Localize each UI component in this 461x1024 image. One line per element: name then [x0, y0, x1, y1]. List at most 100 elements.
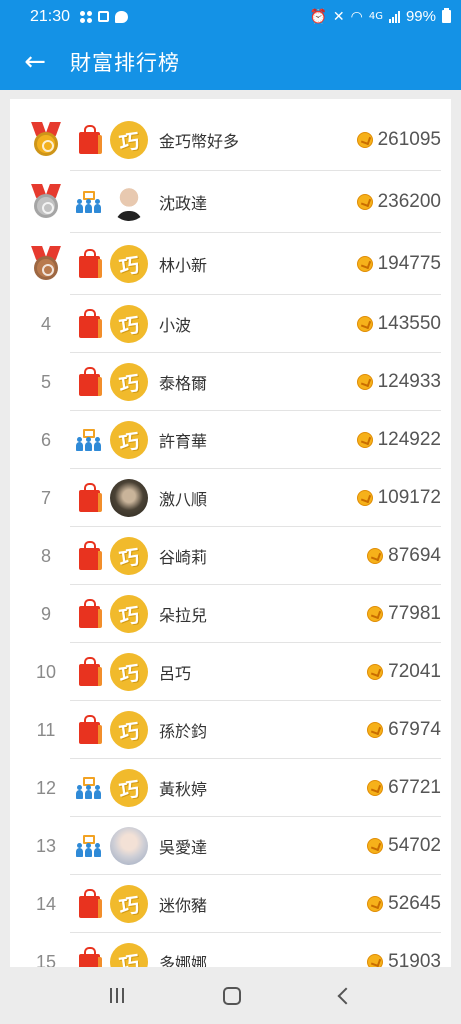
table-row[interactable]: 7 激八順 109172: [10, 469, 451, 527]
score-value: 261095: [377, 129, 441, 150]
user-name: 泰格爾: [159, 374, 208, 393]
user-badge: [76, 233, 102, 295]
user-name: 黃秋婷: [159, 780, 208, 799]
wealth-score: 54702: [367, 817, 441, 875]
avatar[interactable]: 巧: [110, 943, 148, 967]
avatar-logo-text: 巧: [117, 252, 141, 279]
coin-icon: [367, 606, 384, 622]
score-value: 72041: [388, 661, 441, 682]
shopping-bag-icon: [78, 598, 102, 628]
avatar[interactable]: 巧: [110, 769, 148, 807]
group-presenter-icon: [76, 777, 102, 799]
app-bar: ← 財富排行榜: [0, 33, 461, 90]
avatar[interactable]: [110, 183, 148, 221]
avatar[interactable]: 巧: [110, 421, 148, 459]
table-row[interactable]: 11 巧孫於鈞 67974: [10, 701, 451, 759]
shopping-bag-icon: [78, 888, 102, 918]
table-row[interactable]: 10 巧呂巧 72041: [10, 643, 451, 701]
apps-grid-icon: [80, 10, 93, 23]
table-row[interactable]: 5 巧泰格爾 124933: [10, 353, 451, 411]
avatar[interactable]: 巧: [110, 121, 148, 159]
nav-back-icon[interactable]: [337, 987, 354, 1004]
user-name: 金巧幣好多: [159, 132, 240, 151]
table-row[interactable]: 12 巧黃秋婷 67721: [10, 759, 451, 817]
shopping-bag-icon: [78, 366, 102, 396]
rank-number: 4: [40, 313, 51, 334]
table-row[interactable]: 8 巧谷崎莉 87694: [10, 527, 451, 585]
group-presenter-icon: [76, 835, 102, 857]
avatar[interactable]: 巧: [110, 537, 148, 575]
chat-bubble-icon: [115, 10, 129, 23]
page-title: 財富排行榜: [70, 50, 180, 75]
wealth-score: 261095: [356, 109, 441, 171]
user-badge: [76, 171, 102, 233]
rank-number: 13: [35, 835, 57, 856]
score-value: 236200: [377, 191, 441, 212]
rank-number: 9: [40, 603, 51, 624]
shopping-bag-icon: [78, 248, 102, 278]
back-button[interactable]: ←: [0, 33, 70, 90]
user-badge: [76, 817, 102, 875]
avatar[interactable]: 巧: [110, 245, 148, 283]
coin-icon: [356, 132, 373, 148]
battery-icon: [442, 8, 451, 23]
avatar[interactable]: 巧: [110, 363, 148, 401]
arrow-left-icon: ←: [24, 46, 46, 77]
user-badge: [76, 875, 102, 933]
table-row[interactable]: 9 巧朵拉兒 77981: [10, 585, 451, 643]
wealth-score: 67721: [367, 759, 441, 817]
user-name: 迷你豬: [159, 896, 208, 915]
shopping-bag-icon: [78, 540, 102, 570]
wealth-score: 124922: [356, 411, 441, 469]
home-icon[interactable]: [222, 986, 241, 1005]
table-row[interactable]: 巧金巧幣好多 261095: [10, 109, 451, 171]
avatar-logo-text: 巧: [117, 544, 141, 571]
user-name: 孫於鈞: [159, 722, 208, 741]
user-name: 多娜娜: [159, 954, 208, 967]
avatar[interactable]: [110, 479, 148, 517]
leaderboard-list[interactable]: 巧金巧幣好多 261095 沈政達 236200 巧林小新 194775 4 巧小波 14355…: [10, 99, 451, 967]
table-row[interactable]: 4 巧小波 143550: [10, 295, 451, 353]
score-value: 124922: [377, 429, 441, 450]
shopping-bag-icon: [78, 482, 102, 512]
avatar[interactable]: [110, 827, 148, 865]
wealth-score: 109172: [356, 469, 441, 527]
table-row[interactable]: 15 巧 多娜娜 51903: [10, 933, 451, 967]
user-name: 小波: [159, 316, 192, 335]
recent-apps-icon[interactable]: [109, 988, 124, 1003]
coin-icon: [356, 194, 373, 210]
rank-medal: [24, 109, 68, 171]
signal-icon: [388, 10, 400, 23]
table-row[interactable]: 沈政達 236200: [10, 171, 451, 233]
user-badge: [76, 701, 102, 759]
wifi-icon: ◠: [350, 8, 363, 25]
avatar[interactable]: 巧: [110, 305, 148, 343]
score-value: 52645: [388, 893, 441, 914]
rank-medal: [24, 171, 68, 233]
shopping-bag-icon: [78, 714, 102, 744]
table-row[interactable]: 巧林小新 194775: [10, 233, 451, 295]
shopping-bag-icon: [78, 308, 102, 338]
bronze-medal-icon: [31, 246, 61, 282]
user-badge: [76, 109, 102, 171]
coin-icon: [367, 664, 384, 680]
score-value: 143550: [377, 313, 441, 334]
shopping-bag-icon: [78, 656, 102, 686]
avatar-logo-text: 巧: [117, 718, 141, 745]
user-badge: [76, 411, 102, 469]
avatar[interactable]: 巧: [110, 653, 148, 691]
wealth-score: 87694: [367, 527, 441, 585]
table-row[interactable]: 14 巧迷你豬 52645: [10, 875, 451, 933]
coin-icon: [367, 838, 384, 854]
shopping-bag-icon: [78, 946, 102, 967]
coin-icon: [356, 490, 373, 506]
battery-percent: 99%: [405, 8, 436, 25]
table-row[interactable]: 6 巧許育華 124922: [10, 411, 451, 469]
table-row[interactable]: 13 吳愛達 54702: [10, 817, 451, 875]
coin-icon: [356, 432, 373, 448]
rank-number: 8: [40, 545, 51, 566]
avatar[interactable]: 巧: [110, 711, 148, 749]
avatar[interactable]: 巧: [110, 885, 148, 923]
coin-icon: [367, 896, 384, 912]
avatar[interactable]: 巧: [110, 595, 148, 633]
